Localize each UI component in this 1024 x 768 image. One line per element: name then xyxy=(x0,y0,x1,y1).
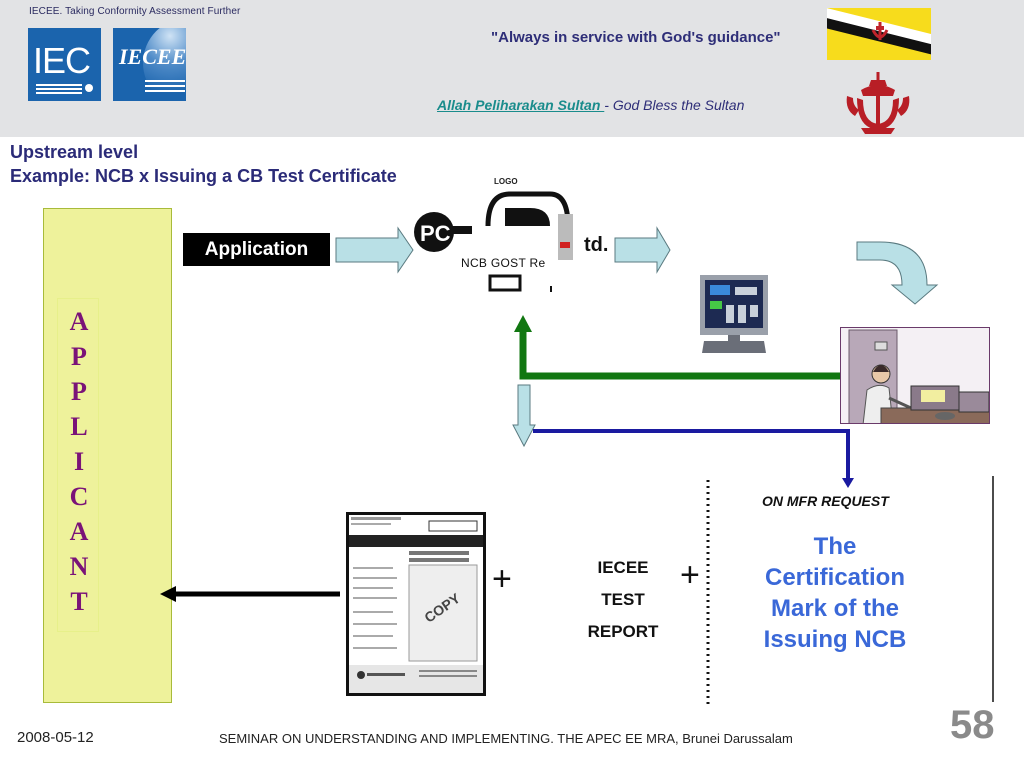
ncb-logo-label: LOGO xyxy=(494,177,518,186)
ncb-caption: NCB GOST Re xyxy=(461,256,546,270)
cert-mark-line: Certification xyxy=(764,564,905,591)
svg-text:PC: PC xyxy=(420,221,451,246)
ltd-text: td. xyxy=(584,234,609,256)
green-return-line xyxy=(519,330,841,380)
iecee-test-report: IECEE TEST REPORT xyxy=(580,552,666,648)
report-line: TEST xyxy=(601,590,645,609)
curved-arrow-to-technician xyxy=(856,241,939,305)
cb-test-certificate-image: COPY xyxy=(346,512,486,696)
cert-mark-line: The xyxy=(813,533,857,560)
certification-mark-text: The Certification Mark of the Issuing NC… xyxy=(745,531,925,655)
mfr-request-label: ON MFR REQUEST xyxy=(762,493,889,509)
cert-mark-line: Mark of the xyxy=(770,595,899,622)
arrow-application-to-ncb xyxy=(335,226,414,274)
footer-seminar-title: SEMINAR ON UNDERSTANDING AND IMPLEMENTIN… xyxy=(219,731,793,746)
plus-sign: + xyxy=(680,556,700,594)
computer-monitor-icon xyxy=(700,275,768,353)
lab-technician-image xyxy=(840,327,990,424)
page-number: 58 xyxy=(950,703,995,747)
arrow-ncb-to-lab xyxy=(614,226,671,274)
black-arrow-head xyxy=(160,586,176,602)
blue-request-line xyxy=(533,429,850,480)
arrow-down-small xyxy=(512,384,536,448)
blue-arrow-head xyxy=(842,478,854,488)
green-arrow-head xyxy=(514,315,532,332)
plus-sign: + xyxy=(492,560,512,598)
report-line: IECEE xyxy=(597,558,649,577)
footer-date: 2008-05-12 xyxy=(17,729,94,746)
ncb-gost-logo: PC xyxy=(414,191,573,292)
report-line: REPORT xyxy=(587,622,659,641)
cert-mark-line: Issuing NCB xyxy=(763,626,907,653)
